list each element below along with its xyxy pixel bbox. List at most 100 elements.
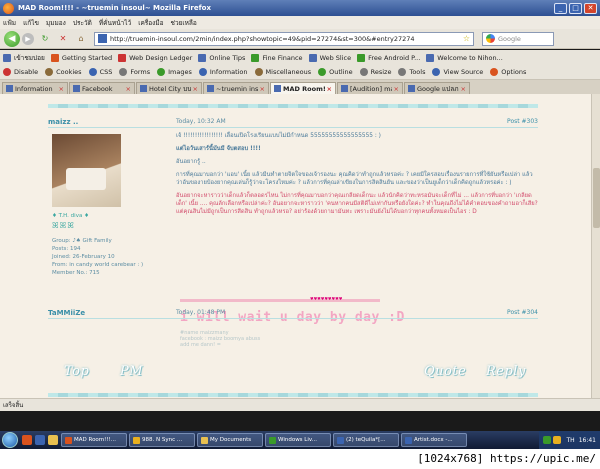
url-text[interactable]: http://truemin-insoul.com/2min/index.php…: [110, 35, 463, 43]
post-line: อันอยากจะหาราวว่าเด็กแล้วก็ตลอดรไหน ไม่ก…: [176, 193, 538, 215]
devtool-item[interactable]: Images: [157, 68, 192, 76]
bookmark-item[interactable]: Welcome to Nihon...: [426, 53, 503, 62]
forward-button[interactable]: ▶: [22, 32, 34, 45]
site-favicon-icon: [98, 34, 107, 43]
bookmark-item[interactable]: Getting Started: [50, 53, 112, 62]
menu-history[interactable]: ประวัติ: [73, 18, 92, 28]
tab-close-icon[interactable]: ×: [394, 85, 399, 93]
menu-bookmarks[interactable]: ที่คั่นหน้าไว้: [99, 18, 131, 28]
maximize-button[interactable]: □: [569, 2, 582, 14]
task-label: Artist.docx -...: [414, 437, 453, 443]
tab-close-icon[interactable]: ×: [59, 85, 64, 93]
post-line: การที่คุณมาบอกว่า 'แอบ' เนี้ย แล้วมีนทำต…: [176, 172, 533, 186]
signature-line: add me dann! =: [180, 342, 221, 348]
devtool-icon: [119, 68, 128, 76]
task-label: Windows Liv...: [278, 437, 317, 443]
taskbar-task[interactable]: MAD Room!!!...: [61, 433, 127, 447]
tab-close-icon[interactable]: ×: [260, 85, 265, 93]
reload-icon[interactable]: ↻: [39, 33, 51, 45]
bookmark-item[interactable]: Web Slice: [308, 53, 351, 62]
bookmark-item[interactable]: Fine Finance: [251, 53, 303, 62]
devtool-item[interactable]: Outline: [318, 68, 353, 76]
top-button[interactable]: Top: [64, 364, 89, 379]
back-button[interactable]: ◀: [4, 30, 20, 47]
taskbar-task[interactable]: (2) teQuila*[...: [333, 433, 399, 447]
user-joined: Joined: 26-February 10: [52, 254, 115, 260]
devtool-item[interactable]: Resize: [359, 68, 391, 76]
devtool-item[interactable]: Miscellaneous: [254, 68, 311, 76]
bookmark-star-icon[interactable]: ☆: [463, 34, 470, 43]
home-icon[interactable]: ⌂: [75, 33, 87, 45]
url-bar[interactable]: http://truemin-insoul.com/2min/index.php…: [94, 31, 474, 46]
bookmark-label: Free Android P...: [368, 53, 421, 62]
devtool-item[interactable]: CSS: [88, 68, 112, 76]
post-304: TaMMiiZe Today, 01:48 PM Post #304: [48, 307, 538, 319]
start-button[interactable]: [2, 432, 18, 448]
pm-button[interactable]: PM: [120, 364, 143, 379]
devtool-item[interactable]: Options: [490, 68, 526, 76]
bookmark-label: Fine Finance: [262, 53, 303, 62]
post-username[interactable]: TaMMiiZe: [48, 309, 176, 317]
clock[interactable]: 16:41: [579, 437, 596, 444]
volume-icon[interactable]: [552, 436, 561, 444]
firefox-icon: [3, 2, 14, 14]
taskbar-task[interactable]: 988. N Sync ...: [129, 433, 195, 447]
watermark-strip: [1024x768] https://upic.me/: [0, 449, 600, 469]
devtool-item[interactable]: Forms: [119, 68, 150, 76]
vertical-scrollbar[interactable]: [591, 94, 600, 398]
menu-file[interactable]: แฟ้ม: [3, 18, 16, 28]
browser-tab[interactable]: MAD Room!!!!...×: [270, 82, 336, 94]
developer-toolbar: Disable Cookies CSS Forms Images Information M…: [0, 65, 600, 80]
devtool-item[interactable]: Disable: [3, 68, 38, 76]
scrollbar-thumb[interactable]: [593, 168, 600, 228]
devtool-item[interactable]: Cookies: [45, 68, 82, 76]
task-app-icon: [405, 436, 412, 444]
menu-help[interactable]: ช่วยเหลือ: [171, 18, 197, 28]
bookmark-item[interactable]: เข้าชมบ่อย: [3, 53, 45, 63]
bookmark-label: เข้าชมบ่อย: [14, 53, 45, 62]
taskbar-task[interactable]: My Documents: [197, 433, 263, 447]
stop-icon[interactable]: ✕: [57, 33, 69, 45]
divider-stripe: [48, 104, 538, 108]
browser-tab[interactable]: Information ×: [2, 82, 68, 94]
menu-view[interactable]: มุมมอง: [46, 18, 66, 28]
task-label: (2) teQuila*[...: [346, 437, 386, 443]
search-box[interactable]: Google: [482, 31, 554, 46]
tab-close-icon[interactable]: ×: [327, 85, 332, 93]
tab-close-icon[interactable]: ×: [193, 85, 198, 93]
post-username[interactable]: maizz ..: [48, 118, 176, 126]
firefox-quicklaunch-icon[interactable]: [22, 435, 32, 445]
bookmark-item[interactable]: Web Design Ledger: [118, 53, 192, 62]
ie-quicklaunch-icon[interactable]: [35, 435, 45, 445]
tab-close-icon[interactable]: ×: [126, 85, 131, 93]
bookmark-item[interactable]: Online Tips: [198, 53, 245, 62]
browser-tab[interactable]: ~truemin insoul~ ...×: [203, 82, 269, 94]
minimize-button[interactable]: _: [554, 2, 567, 14]
close-button[interactable]: ✕: [584, 2, 597, 14]
devtool-item[interactable]: View Source: [432, 68, 483, 76]
tab-close-icon[interactable]: ×: [461, 85, 466, 93]
taskbar-task[interactable]: Artist.docx -...: [401, 433, 467, 447]
browser-tab[interactable]: Google แปลภาษา×: [404, 82, 470, 94]
post-number-link[interactable]: Post #303: [507, 118, 538, 125]
network-icon[interactable]: [542, 436, 551, 444]
devtool-item[interactable]: Tools: [398, 68, 425, 76]
browser-tab[interactable]: [Audition] maizz...×: [337, 82, 403, 94]
menu-tools[interactable]: เครื่องมือ: [138, 18, 163, 28]
language-indicator[interactable]: TH: [567, 437, 575, 444]
menu-edit[interactable]: แก้ไข: [23, 18, 39, 28]
browser-tab[interactable]: Hotel City บน Fac...×: [136, 82, 202, 94]
tab-favicon-icon: [408, 85, 415, 92]
post-number-link[interactable]: Post #304: [507, 309, 538, 316]
devtool-label: View Source: [443, 68, 484, 76]
reply-button[interactable]: Reply: [486, 364, 526, 379]
devtool-label: Options: [501, 68, 527, 76]
bookmark-item[interactable]: Free Android P...: [357, 53, 421, 62]
devtool-item[interactable]: Information: [198, 68, 248, 76]
quote-button[interactable]: Quote: [424, 364, 466, 379]
browser-tab[interactable]: Facebook ×: [69, 82, 135, 94]
rank-pips: ꕤꕤꕤ: [52, 221, 75, 230]
folder-quicklaunch-icon[interactable]: [48, 435, 58, 445]
taskbar-task[interactable]: Windows Liv...: [265, 433, 331, 447]
signature-divider: ♥♥♥♥♥♥♥♥♥: [180, 296, 380, 302]
